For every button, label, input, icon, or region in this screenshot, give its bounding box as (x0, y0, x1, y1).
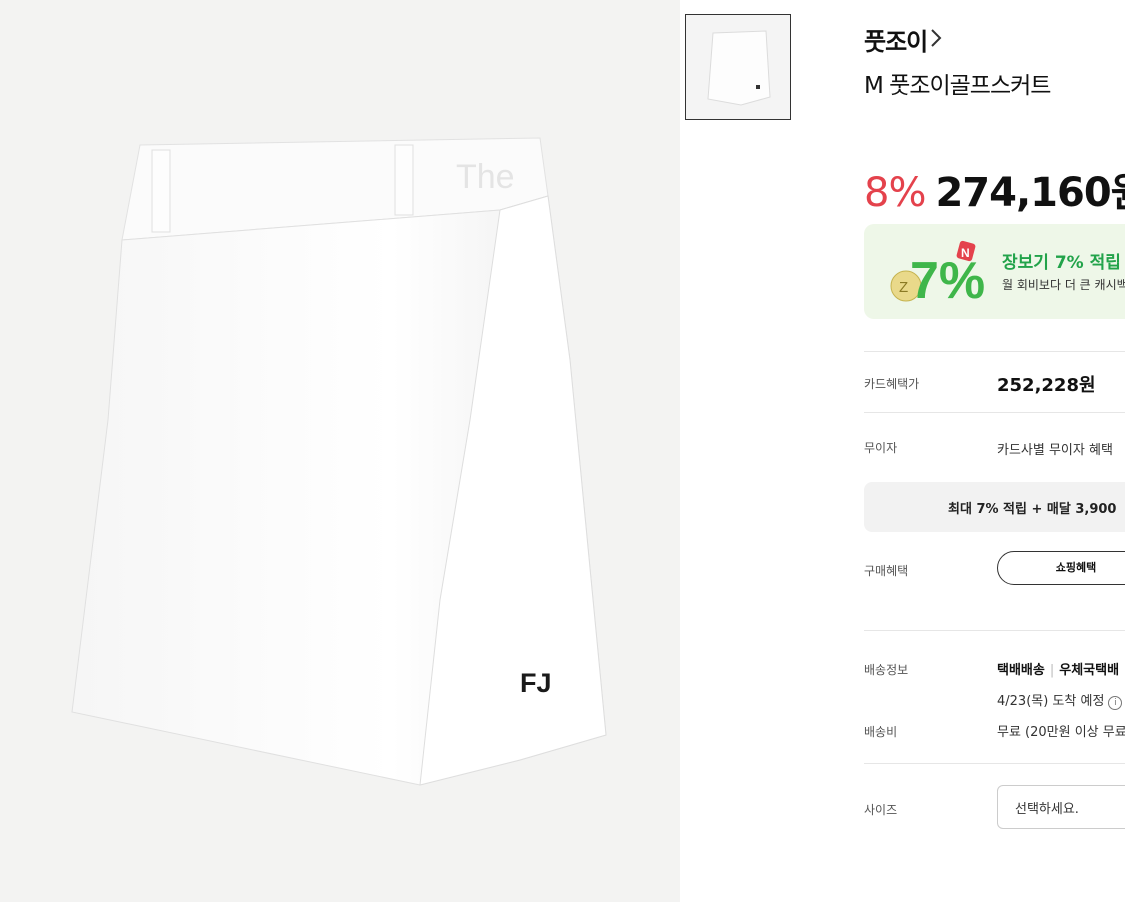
info-icon[interactable]: i (1108, 696, 1123, 710)
membership-promo-banner[interactable]: Z 7% N 장보기 7% 적립 월 회비보다 더 큰 캐시백 (864, 224, 1125, 319)
skirt-thumb-icon (707, 30, 771, 106)
shipping-fee-label: 배송비 (864, 725, 898, 739)
card-benefit-price: 252,228원 (997, 375, 1096, 396)
promo-badge-icon: Z 7% N (890, 240, 985, 308)
interest-free-label: 무이자 (864, 441, 898, 455)
size-label: 사이즈 (864, 803, 898, 817)
shopping-benefit-button[interactable]: 쇼핑혜택 (997, 551, 1125, 585)
promo-subtitle: 월 회비보다 더 큰 캐시백 (1002, 278, 1125, 292)
divider (864, 763, 1125, 764)
card-benefit-label: 카드혜택가 (864, 377, 920, 391)
shipping-type-post: 우체국택배 (1059, 663, 1120, 678)
skirt-illustration: The FJ (71, 137, 607, 786)
chevron-right-icon (930, 26, 942, 54)
brand-link[interactable]: 풋조이 (864, 22, 942, 57)
divider (864, 412, 1125, 413)
discount-rate: 8% (864, 170, 926, 216)
product-title: M 풋조이골프스커트 (864, 73, 1051, 99)
svg-text:N: N (961, 246, 970, 260)
arrival-estimate: 4/23(목) 도착 예정 i (997, 690, 1123, 710)
reward-info-bar[interactable]: 최대 7% 적립 + 매달 3,900 (864, 482, 1125, 532)
promo-title: 장보기 7% 적립 (1002, 253, 1121, 273)
price-row: 8%274,160원 (864, 160, 1125, 218)
sale-price: 274,160원 (935, 170, 1125, 216)
divider (864, 630, 1125, 631)
waist-print: The (456, 158, 515, 196)
shipping-type-parcel: 택배배송 (997, 663, 1045, 678)
product-info-panel: 풋조이 M 풋조이골프스커트 8%274,160원 Z 7% N 장보기 7% … (864, 0, 1125, 902)
product-main-image: The FJ (0, 0, 680, 902)
brand-name: 풋조이 (864, 28, 928, 56)
fj-logo: FJ (520, 668, 552, 698)
divider (864, 351, 1125, 352)
shipping-fee-value: 무료 (20만원 이상 무료 (997, 725, 1125, 740)
size-select[interactable]: 선택하세요. (997, 785, 1125, 829)
interest-free-value[interactable]: 카드사별 무이자 혜택 (997, 439, 1113, 458)
product-thumbnail[interactable] (685, 14, 791, 120)
shipping-info-label: 배송정보 (864, 663, 909, 677)
arrival-date: 4/23(목) 도착 예정 (997, 694, 1105, 709)
svg-text:Z: Z (899, 279, 908, 296)
shipping-methods: 택배배송 | 우체국택배 (997, 663, 1120, 678)
reward-info-text: 최대 7% 적립 + 매달 3,900 (948, 502, 1117, 517)
purchase-benefit-label: 구매혜택 (864, 564, 909, 578)
svg-text:7%: 7% (910, 252, 985, 308)
